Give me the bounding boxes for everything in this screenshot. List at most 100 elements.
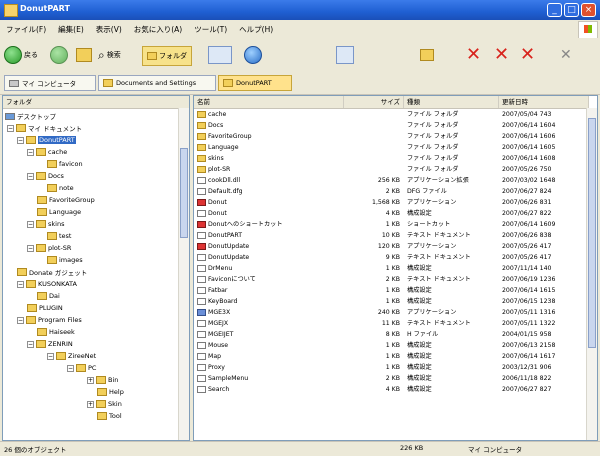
undo-button[interactable]: ✕ — [560, 44, 572, 66]
tree-scrollbar[interactable] — [178, 108, 189, 440]
tree-item-zireenet[interactable]: − ZireeNet — [47, 350, 96, 362]
file-row[interactable]: MGEIJET 8 KB H ファイル 2004/01/15 958 — [194, 329, 589, 340]
forward-button[interactable] — [50, 44, 68, 66]
maximize-button[interactable]: □ — [564, 3, 579, 17]
file-row[interactable]: DonutUpdate 120 KB アプリケーション 2007/05/26 4… — [194, 241, 589, 252]
menu-help[interactable]: ヘルプ(H) — [233, 24, 279, 35]
list-scrollbar[interactable] — [586, 108, 597, 440]
move-to-button[interactable] — [336, 44, 354, 66]
copy-to-button[interactable] — [420, 44, 434, 66]
col-type[interactable]: 種類 — [404, 96, 499, 108]
col-name[interactable]: 名前 — [194, 96, 344, 108]
tree-item-plot-sr[interactable]: − plot-SR — [27, 242, 71, 254]
expand-icon[interactable]: + — [87, 376, 94, 384]
file-row[interactable]: Fatbar 1 KB 構成設定 2007/06/14 1615 — [194, 285, 589, 296]
file-row[interactable]: skins ファイル フォルダ 2007/06/14 1608 — [194, 153, 589, 164]
tree-item-tool[interactable]: Tool — [97, 410, 122, 422]
back-button[interactable]: 戻る — [4, 44, 38, 66]
collapse-icon[interactable]: − — [67, 364, 74, 372]
delete-all-button[interactable]: ✕ — [494, 44, 509, 66]
views-button[interactable] — [208, 44, 232, 66]
list-scroll-thumb[interactable] — [588, 118, 596, 348]
tree-scroll-thumb[interactable] — [180, 148, 188, 238]
menu-view[interactable]: 表示(V) — [90, 24, 128, 35]
file-row[interactable]: Mouse 1 KB 構成設定 2007/06/13 2158 — [194, 340, 589, 351]
search-button[interactable]: ⌕ 検索 — [98, 44, 121, 66]
tree-item-mydocs[interactable]: − マイ ドキュメント — [7, 122, 82, 134]
file-row[interactable]: cookDll.dll 256 KB アプリケーション拡張 2007/03/02… — [194, 175, 589, 186]
collapse-icon[interactable]: − — [17, 280, 24, 288]
collapse-icon[interactable]: − — [17, 316, 24, 324]
tree-item-kusonkata[interactable]: − KUSONKATA — [17, 278, 77, 290]
tree-item-bin[interactable]: + Bin — [87, 374, 118, 386]
folders-button[interactable]: フォルダ — [142, 46, 192, 66]
collapse-icon[interactable]: − — [17, 136, 24, 144]
tree-item-desktop[interactable]: デスクトップ — [5, 110, 56, 122]
tree-item-donutpart[interactable]: − DonutPART — [17, 134, 76, 146]
tree-item-pc[interactable]: − PC — [67, 362, 96, 374]
file-row[interactable]: Language ファイル フォルダ 2007/06/14 1605 — [194, 142, 589, 153]
tree-item-plugin[interactable]: PLUGIN — [27, 302, 63, 314]
minimize-button[interactable]: _ — [547, 3, 562, 17]
back-arrow-icon — [4, 46, 22, 64]
file-row[interactable]: DonutPART 10 KB テキスト ドキュメント 2007/06/26 8… — [194, 230, 589, 241]
crumb-my-computer[interactable]: マイ コンピュータ — [4, 75, 96, 91]
delete-more-button[interactable]: ✕ — [520, 44, 535, 66]
crumb-documents[interactable]: Documents and Settings — [98, 75, 216, 91]
menu-favorites[interactable]: お気に入り(A) — [128, 24, 188, 35]
file-row[interactable]: Map 1 KB 構成設定 2007/06/14 1617 — [194, 351, 589, 362]
file-row[interactable]: MGE3X 240 KB アプリケーション 2007/05/11 1316 — [194, 307, 589, 318]
tree-item-favicon[interactable]: favicon — [47, 158, 83, 170]
tree-item-skin[interactable]: + Skin — [87, 398, 122, 410]
delete-button[interactable]: ✕ — [466, 44, 481, 66]
tree-item-zenrin[interactable]: − ZENRIN — [27, 338, 73, 350]
tree-item-cache[interactable]: − cache — [27, 146, 67, 158]
file-row[interactable]: Donut 1,568 KB アプリケーション 2007/06/26 831 — [194, 197, 589, 208]
file-row[interactable]: Search 4 KB 構成設定 2007/06/27 827 — [194, 384, 589, 395]
file-row[interactable]: DrMenu 1 KB 構成設定 2007/11/14 140 — [194, 263, 589, 274]
tree-item-skins[interactable]: − skins — [27, 218, 64, 230]
tree-item-donate[interactable]: Donate ガジェット — [17, 266, 87, 278]
file-row[interactable]: Proxy 1 KB 構成設定 2003/12/31 906 — [194, 362, 589, 373]
tree-item-note[interactable]: note — [47, 182, 74, 194]
collapse-icon[interactable]: − — [27, 244, 34, 252]
file-row[interactable]: SampleMenu 2 KB 構成設定 2006/11/18 822 — [194, 373, 589, 384]
menu-edit[interactable]: 編集(E) — [52, 24, 90, 35]
file-row[interactable]: Docs ファイル フォルダ 2007/06/14 1604 — [194, 120, 589, 131]
file-row[interactable]: FavoriteGroup ファイル フォルダ 2007/06/14 1606 — [194, 131, 589, 142]
title-bar[interactable]: DonutPART _ □ × — [0, 0, 600, 20]
tree-item-docs[interactable]: − Docs — [27, 170, 64, 182]
globe-button[interactable] — [244, 44, 262, 66]
collapse-icon[interactable]: − — [7, 124, 14, 132]
tree-item-help[interactable]: Help — [97, 386, 124, 398]
collapse-icon[interactable]: − — [27, 148, 34, 156]
menu-file[interactable]: ファイル(F) — [0, 24, 52, 35]
tree-item-haiseek[interactable]: Haiseek — [37, 326, 75, 338]
file-row[interactable]: KeyBoard 1 KB 構成設定 2007/06/15 1238 — [194, 296, 589, 307]
tree-item-favoritegroup[interactable]: FavoriteGroup — [37, 194, 95, 206]
collapse-icon[interactable]: − — [27, 172, 34, 180]
tree-item-test[interactable]: test — [47, 230, 71, 242]
up-folder-button[interactable] — [76, 44, 92, 66]
file-row[interactable]: Faviconについて 2 KB テキスト ドキュメント 2007/06/19 … — [194, 274, 589, 285]
collapse-icon[interactable]: − — [27, 340, 34, 348]
file-row[interactable]: cache ファイル フォルダ 2007/05/04 743 — [194, 109, 589, 120]
tree-item-program-files[interactable]: − Program Files — [17, 314, 82, 326]
col-size[interactable]: サイズ — [344, 96, 404, 108]
collapse-icon[interactable]: − — [27, 220, 34, 228]
file-row[interactable]: plot-SR ファイル フォルダ 2007/05/26 750 — [194, 164, 589, 175]
col-date[interactable]: 更新日時 — [499, 96, 589, 108]
tree-item-language[interactable]: Language — [37, 206, 81, 218]
crumb-donutpart[interactable]: DonutPART — [218, 75, 292, 91]
file-row[interactable]: MGEJX 11 KB テキスト ドキュメント 2007/05/11 1322 — [194, 318, 589, 329]
file-row[interactable]: Donutへのショートカット 1 KB ショートカット 2007/06/14 1… — [194, 219, 589, 230]
tree-item-images[interactable]: images — [47, 254, 83, 266]
file-row[interactable]: DonutUpdate 9 KB テキスト ドキュメント 2007/05/26 … — [194, 252, 589, 263]
expand-icon[interactable]: + — [87, 400, 94, 408]
tree-item-dai[interactable]: Dai — [37, 290, 60, 302]
menu-tools[interactable]: ツール(T) — [188, 24, 233, 35]
file-row[interactable]: Donut 4 KB 構成設定 2007/06/27 822 — [194, 208, 589, 219]
collapse-icon[interactable]: − — [47, 352, 54, 360]
close-button[interactable]: × — [581, 3, 596, 17]
file-row[interactable]: Default.dfg 2 KB DFG ファイル 2007/06/27 824 — [194, 186, 589, 197]
